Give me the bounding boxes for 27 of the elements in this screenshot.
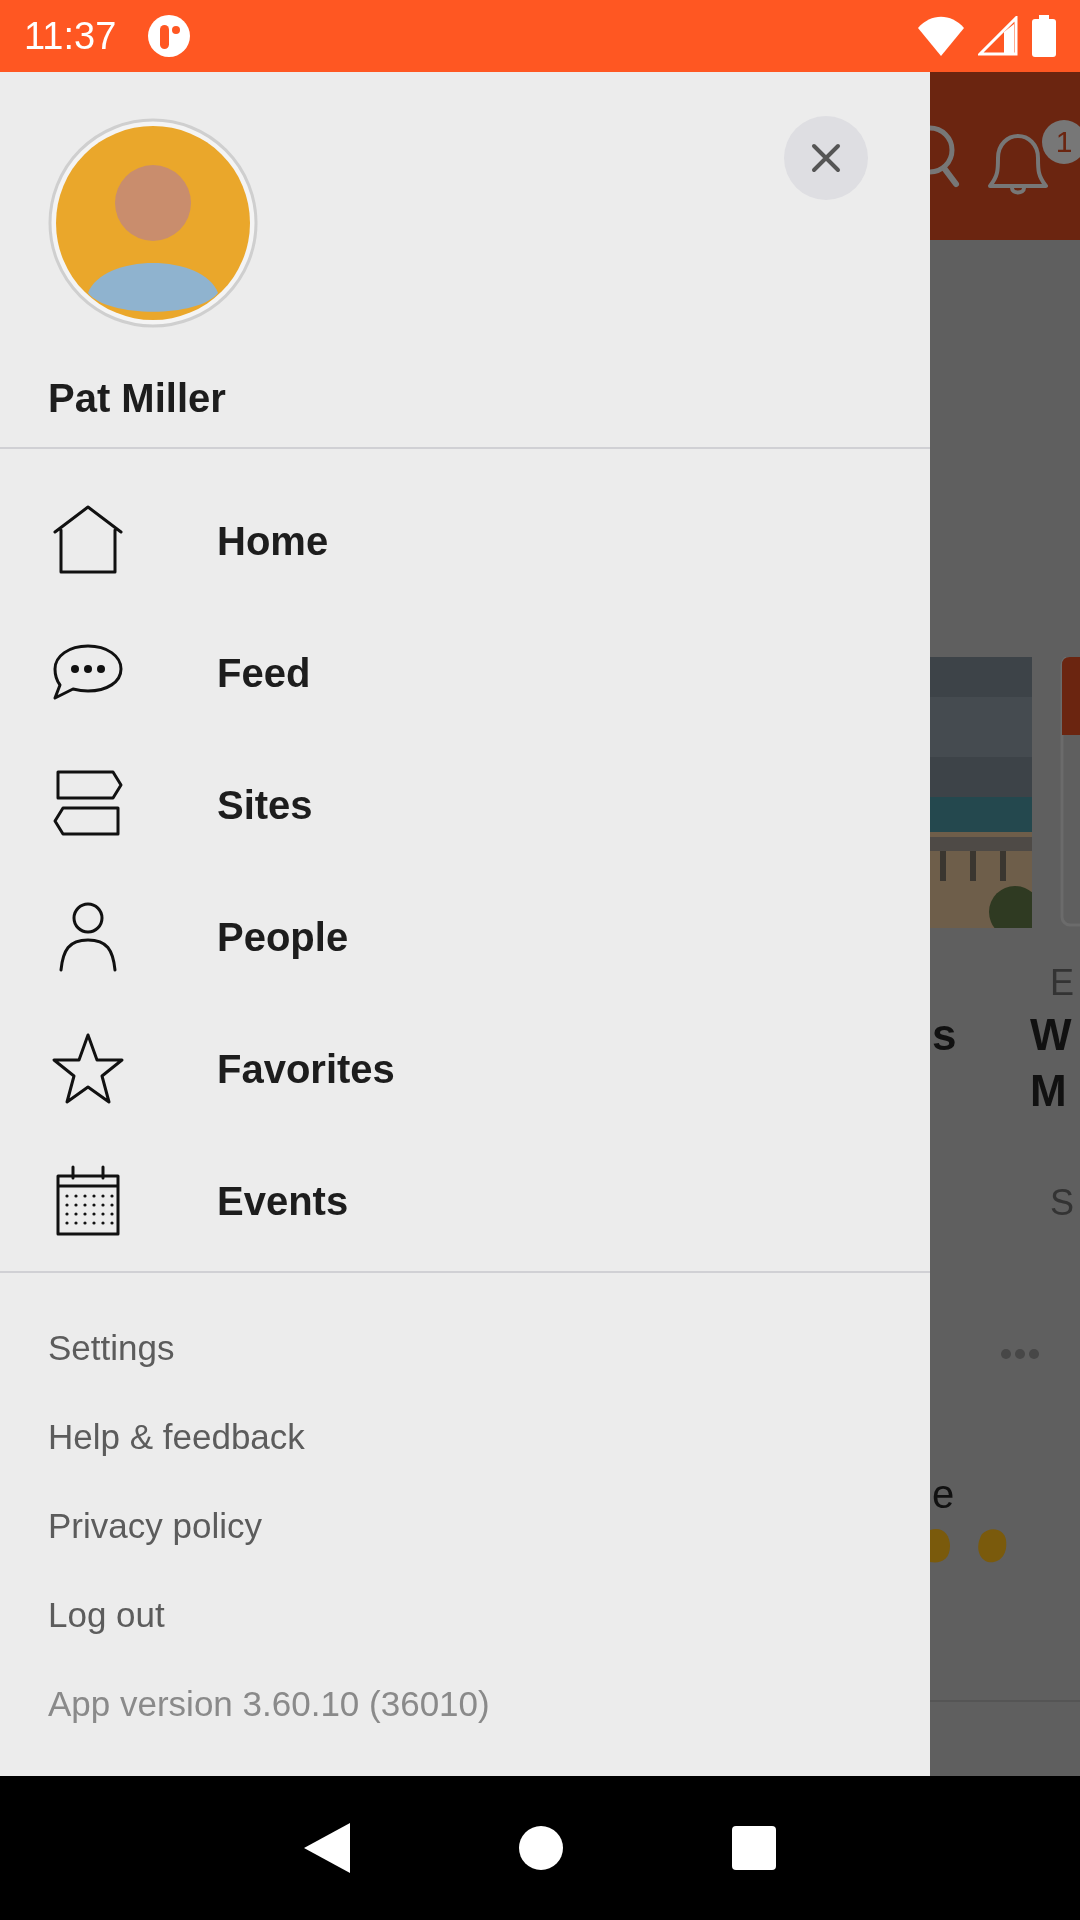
footer-link[interactable]: Log out (48, 1570, 165, 1659)
card-title: s (932, 1010, 957, 1060)
close-icon (811, 143, 841, 173)
menu-item[interactable]: People (217, 914, 349, 960)
card-title: W (1030, 1010, 1072, 1060)
footer-link[interactable]: Privacy policy (48, 1481, 262, 1570)
wifi-icon (918, 16, 964, 56)
menu-item[interactable]: Home (217, 518, 329, 564)
footer-link[interactable]: Help & feedback (48, 1392, 305, 1481)
star-icon (51, 1032, 125, 1106)
back-button[interactable] (304, 1823, 351, 1873)
menu-item[interactable]: Feed (217, 650, 311, 696)
notification-badge: 1 (1042, 120, 1080, 164)
battery-icon (1032, 15, 1056, 57)
menu-item[interactable]: Sites (217, 782, 313, 828)
home-button[interactable] (519, 1826, 563, 1870)
footer-link[interactable]: Settings (48, 1303, 175, 1392)
recents-button[interactable] (731, 1826, 776, 1870)
post-text: e (932, 1472, 955, 1517)
app-notification-icon (148, 15, 191, 57)
menu-item[interactable]: Favorites (217, 1046, 395, 1092)
profile-name: Pat Miller (48, 376, 227, 421)
app-version: App version 3.60.10 (36010) (48, 1682, 490, 1725)
menu-item[interactable]: Events (217, 1178, 349, 1224)
status-time: 11:37 (24, 14, 117, 58)
card-title: M (1030, 1066, 1067, 1116)
signal-icon (978, 16, 1018, 56)
